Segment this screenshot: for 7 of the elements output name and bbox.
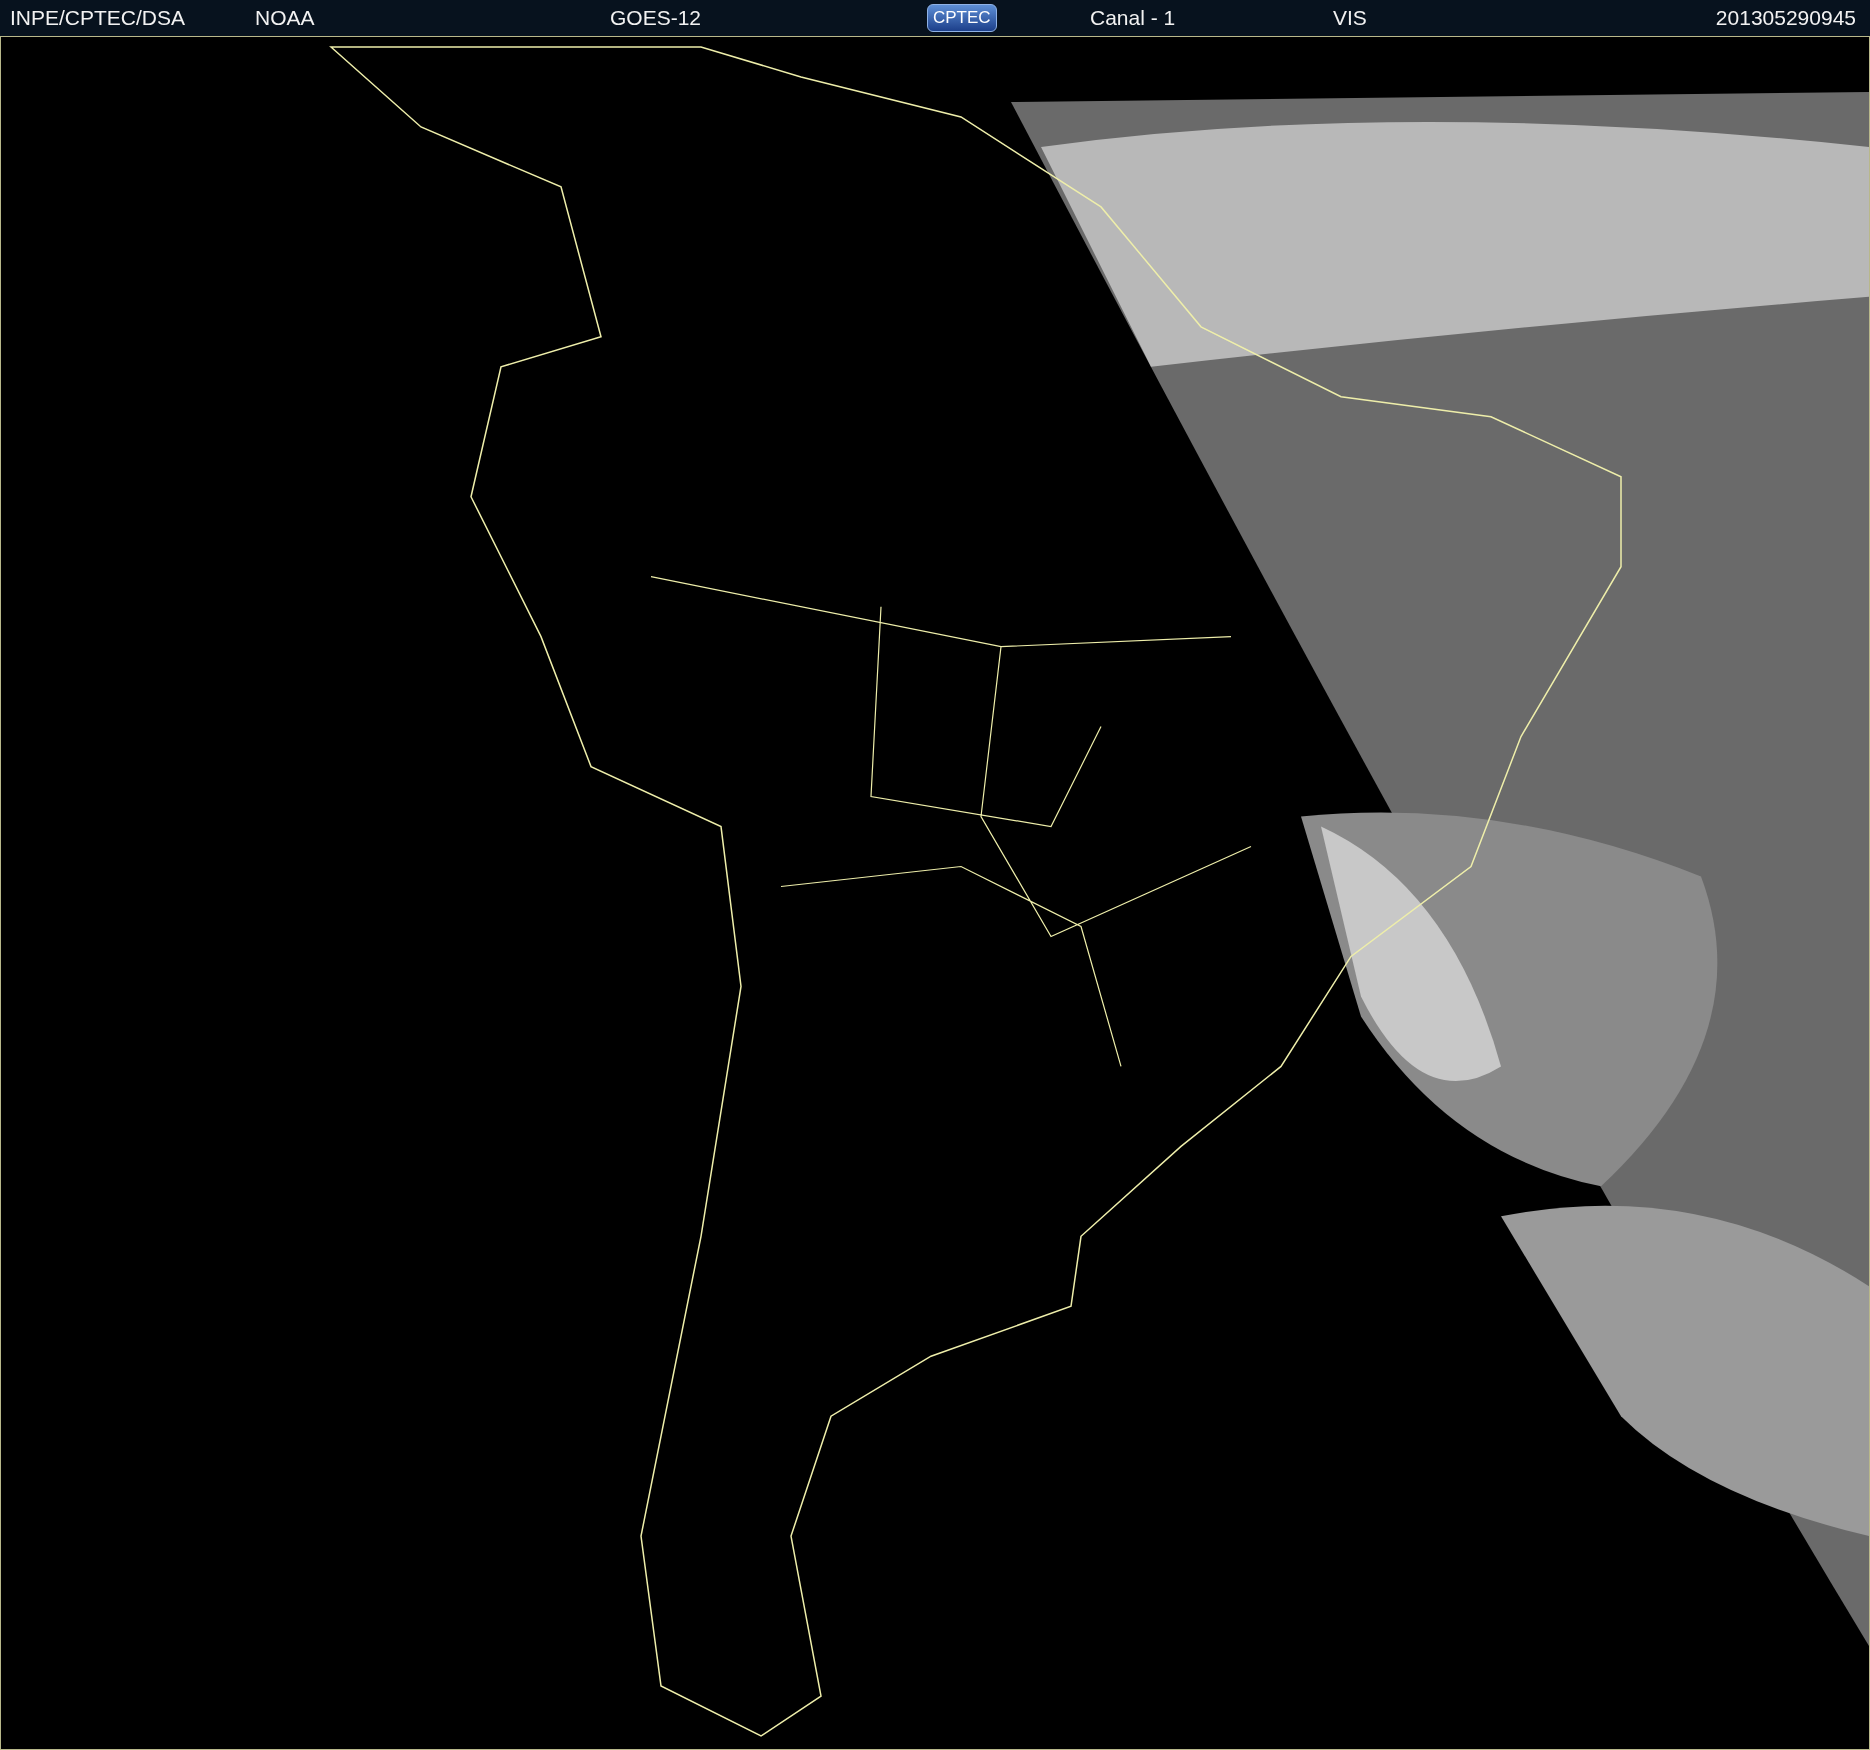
- timestamp-label: 201305290945: [1715, 6, 1856, 30]
- source-label: INPE/CPTEC/DSA: [10, 6, 186, 30]
- agency-label: NOAA: [255, 6, 315, 30]
- logo: CPTEC: [927, 4, 997, 32]
- band-label: VIS: [1333, 6, 1367, 30]
- satellite-label: GOES-12: [610, 6, 702, 30]
- channel-label: Canal - 1: [1090, 6, 1176, 30]
